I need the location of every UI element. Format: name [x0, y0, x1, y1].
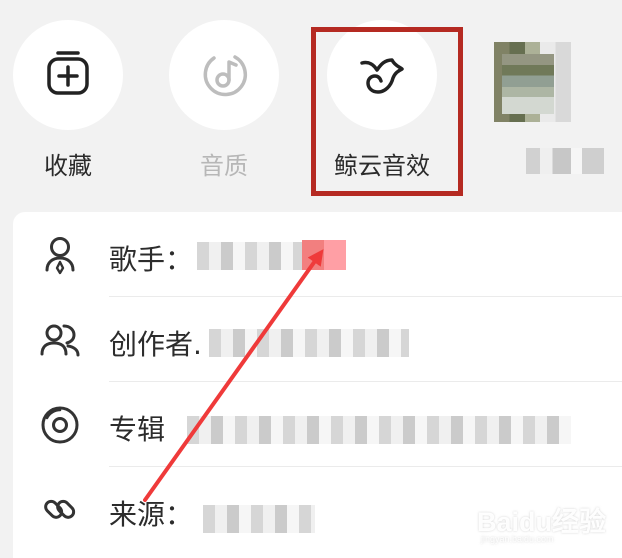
blurred-singer-name [197, 242, 302, 270]
album-label: 专辑 [109, 413, 166, 446]
blurred-creator-name [209, 329, 409, 357]
baidu-watermark: Baidu经验 jingyan.baidu.com [477, 500, 607, 548]
blurred-source-name [203, 505, 315, 533]
favorite-action[interactable]: 收藏 [13, 20, 123, 200]
blurred-album-name [187, 416, 571, 444]
action-row: 收藏 音质 鲸云音效 [0, 0, 622, 205]
creator-label: 创作者. [109, 328, 202, 361]
source-link-icon [44, 499, 76, 519]
blurred-label [526, 148, 604, 174]
add-to-playlist-icon [47, 51, 89, 95]
watermark-url: jingyan.baidu.com [481, 534, 554, 544]
source-label: 来源： [109, 498, 194, 531]
creator-icon [40, 324, 80, 357]
audio-quality-action[interactable]: 音质 [169, 20, 279, 200]
audio-quality-icon [203, 55, 248, 97]
favorite-label: 收藏 [44, 152, 92, 180]
audio-quality-label: 音质 [200, 152, 248, 180]
singer-icon [45, 237, 75, 275]
highlight-rectangle [311, 27, 463, 196]
singer-row[interactable]: 歌手： [13, 212, 622, 297]
blurred-avatar-image [494, 42, 604, 122]
creator-row[interactable]: 创作者. [13, 297, 622, 382]
album-icon [41, 406, 79, 444]
blurred-red-mark [302, 240, 346, 270]
singer-label: 歌手： [109, 243, 194, 276]
album-row[interactable]: 专辑 [13, 382, 622, 467]
